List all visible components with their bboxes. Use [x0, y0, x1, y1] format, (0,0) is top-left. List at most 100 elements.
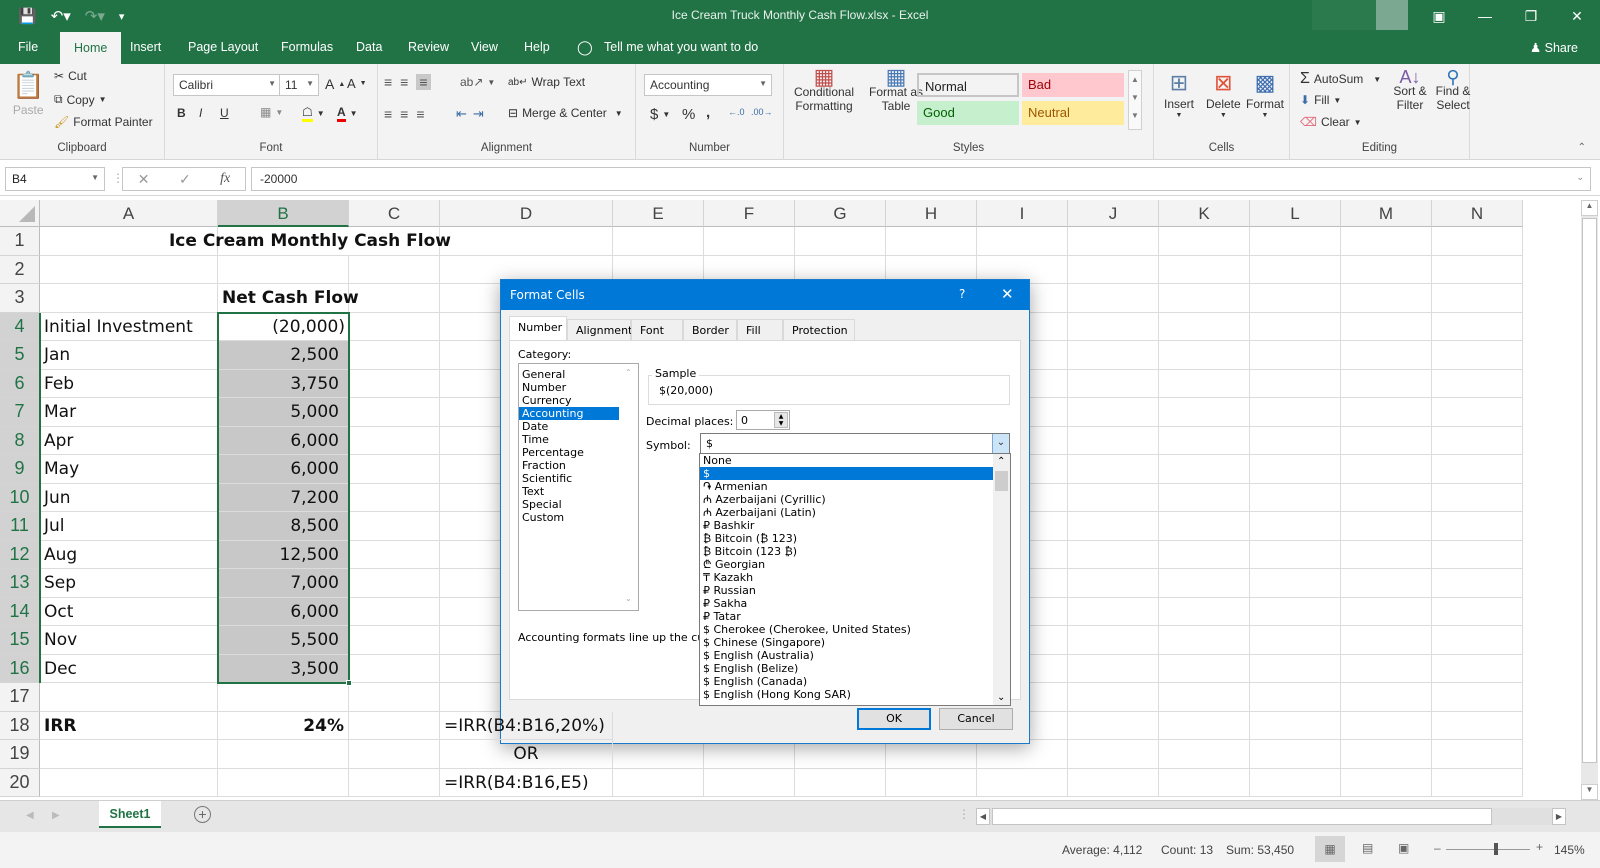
percent-button[interactable]: %: [682, 106, 695, 123]
cell-j12[interactable]: [1068, 540, 1159, 569]
cell-j17[interactable]: [1068, 683, 1159, 712]
cell-b9[interactable]: 6,000: [218, 455, 349, 484]
cell-k15[interactable]: [1159, 626, 1250, 655]
decrease-indent-icon[interactable]: ⇤: [456, 106, 467, 122]
cell-c5[interactable]: [349, 341, 440, 370]
symbol-option[interactable]: $: [700, 467, 993, 480]
cell-n8[interactable]: [1432, 426, 1523, 455]
cell-j1[interactable]: [1068, 227, 1159, 256]
symbol-option[interactable]: ₸ Kazakh: [700, 571, 993, 584]
dialog-tab-number[interactable]: Number: [509, 316, 567, 341]
close-icon[interactable]: ✕: [1554, 0, 1600, 32]
cell-l6[interactable]: [1250, 369, 1341, 398]
vertical-scrollbar[interactable]: ▲ ▼: [1581, 200, 1598, 800]
next-sheet-icon[interactable]: ▶: [52, 810, 60, 821]
cell-k13[interactable]: [1159, 569, 1250, 598]
row-header-13[interactable]: 13: [0, 569, 40, 598]
paste-button[interactable]: 📋 Paste: [12, 70, 44, 117]
symbol-option[interactable]: ₿ Bitcoin (₿ 123): [700, 532, 993, 545]
row-header-17[interactable]: 17: [0, 683, 40, 712]
cell-f20[interactable]: [704, 768, 795, 797]
cell-c3[interactable]: [349, 284, 440, 313]
cell-j4[interactable]: [1068, 312, 1159, 341]
format-as-table-button[interactable]: ▦ Format as Table: [868, 66, 924, 114]
align-right-icon[interactable]: ≡: [416, 106, 424, 122]
cell-h20[interactable]: [886, 768, 977, 797]
cell-j18[interactable]: [1068, 711, 1159, 740]
cell-c13[interactable]: [349, 569, 440, 598]
find-select-button[interactable]: ⚲ Find & Select: [1432, 68, 1474, 112]
cell-n19[interactable]: [1432, 740, 1523, 769]
cell-a7[interactable]: Mar: [40, 398, 218, 427]
cell-j15[interactable]: [1068, 626, 1159, 655]
minimize-icon[interactable]: —: [1462, 0, 1508, 32]
column-header-l[interactable]: L: [1250, 200, 1341, 227]
category-item[interactable]: Custom: [519, 511, 619, 524]
cell-a4[interactable]: Initial Investment: [40, 312, 218, 341]
row-header-11[interactable]: 11: [0, 512, 40, 541]
chevron-down-icon[interactable]: ⌄: [992, 434, 1009, 453]
cell-a13[interactable]: Sep: [40, 569, 218, 598]
row-header-8[interactable]: 8: [0, 426, 40, 455]
cell-m16[interactable]: [1341, 654, 1432, 683]
cell-n16[interactable]: [1432, 654, 1523, 683]
cell-c18[interactable]: [349, 711, 440, 740]
grow-font-button[interactable]: A ▲: [325, 76, 345, 92]
align-bottom-icon[interactable]: ≡: [416, 74, 431, 90]
symbol-option[interactable]: ֏ Armenian: [700, 480, 993, 493]
ribbon-display-options-icon[interactable]: ▣: [1416, 0, 1462, 32]
cell-k19[interactable]: [1159, 740, 1250, 769]
category-item[interactable]: Currency: [519, 394, 619, 407]
cell-k16[interactable]: [1159, 654, 1250, 683]
comma-button[interactable]: ,: [706, 104, 710, 121]
cell-n17[interactable]: [1432, 683, 1523, 712]
cell-n5[interactable]: [1432, 341, 1523, 370]
style-neutral[interactable]: Neutral: [1022, 101, 1124, 125]
cell-j7[interactable]: [1068, 398, 1159, 427]
cell-b7[interactable]: 5,000: [218, 398, 349, 427]
category-item[interactable]: Number: [519, 381, 619, 394]
dialog-title-bar[interactable]: Format Cells ? ✕: [501, 280, 1029, 310]
cell-b15[interactable]: 5,500: [218, 626, 349, 655]
cell-n13[interactable]: [1432, 569, 1523, 598]
cell-m19[interactable]: [1341, 740, 1432, 769]
font-color-button[interactable]: A ▼: [337, 105, 358, 122]
insert-cells-button[interactable]: ⊞ Insert ▼: [1164, 70, 1194, 119]
scroll-left-icon[interactable]: ◀: [976, 808, 990, 825]
dialog-close-icon[interactable]: ✕: [1001, 285, 1014, 303]
cell-m1[interactable]: [1341, 227, 1432, 256]
cell-k11[interactable]: [1159, 512, 1250, 541]
cell-m2[interactable]: [1341, 255, 1432, 284]
align-center-icon[interactable]: ≡: [400, 106, 408, 122]
shrink-font-button[interactable]: A ▼: [347, 76, 367, 91]
category-list[interactable]: General Number Currency Accounting Date Time P…: [518, 363, 639, 611]
cell-c6[interactable]: [349, 369, 440, 398]
cell-b12[interactable]: 12,500: [218, 540, 349, 569]
cell-f19[interactable]: [704, 740, 795, 769]
cell-c20[interactable]: [349, 768, 440, 797]
category-item[interactable]: Fraction: [519, 459, 619, 472]
cell-c17[interactable]: [349, 683, 440, 712]
cell-l9[interactable]: [1250, 455, 1341, 484]
cell-k8[interactable]: [1159, 426, 1250, 455]
italic-button[interactable]: I: [199, 106, 202, 120]
cell-j2[interactable]: [1068, 255, 1159, 284]
cell-n4[interactable]: [1432, 312, 1523, 341]
cell-l4[interactable]: [1250, 312, 1341, 341]
confirm-entry-icon[interactable]: ✓: [179, 171, 191, 188]
row-header-1[interactable]: 1: [0, 227, 40, 256]
split-grip[interactable]: ⋮: [958, 807, 970, 821]
cell-n10[interactable]: [1432, 483, 1523, 512]
ok-button[interactable]: OK: [857, 708, 931, 730]
cell-n6[interactable]: [1432, 369, 1523, 398]
category-scroll-up-icon[interactable]: ⌃: [625, 368, 632, 377]
decrease-decimal-button[interactable]: .00→: [751, 107, 773, 117]
cell-l16[interactable]: [1250, 654, 1341, 683]
cell-a2[interactable]: [40, 255, 218, 284]
cell-k4[interactable]: [1159, 312, 1250, 341]
delete-cells-button[interactable]: ⊠ Delete ▼: [1206, 70, 1241, 119]
cell-j11[interactable]: [1068, 512, 1159, 541]
cell-m17[interactable]: [1341, 683, 1432, 712]
insert-function-icon[interactable]: fx: [220, 171, 230, 187]
tell-me-search[interactable]: Tell me what you want to do: [604, 40, 758, 54]
